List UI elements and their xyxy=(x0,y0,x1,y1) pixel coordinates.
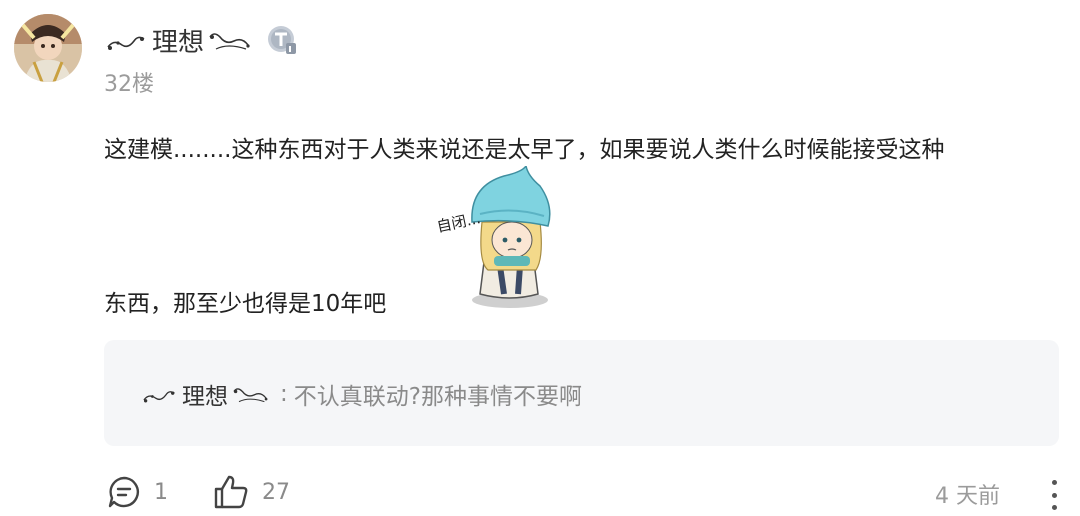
sticker-image: 自闭... xyxy=(430,164,554,312)
comment-count: 1 xyxy=(154,479,168,505)
like-button[interactable]: 27 xyxy=(212,472,290,512)
comment-text-line-1: 这建模........这种东西对于人类来说还是太早了，如果要说人类什么时候能接受… xyxy=(104,137,945,163)
username[interactable]: 理想 xyxy=(152,22,204,59)
decoration-swirl-left-icon xyxy=(143,391,175,403)
thumbs-up-icon xyxy=(214,475,248,509)
user-name-row: 理想 xyxy=(104,20,298,60)
avatar[interactable] xyxy=(14,14,82,82)
sticker-caption: 自闭... xyxy=(435,209,482,236)
reply-username[interactable]: 理想 xyxy=(182,377,228,411)
floor-number: 32楼 xyxy=(104,72,154,97)
decoration-swirl-left-icon xyxy=(107,36,145,50)
more-options-icon[interactable] xyxy=(1046,480,1062,510)
reply-text: 不认真联动?那种事情不要啊 xyxy=(293,384,582,410)
comment-bubble-icon xyxy=(108,476,139,508)
level-badge-icon xyxy=(268,26,297,54)
like-count: 27 xyxy=(262,479,290,505)
decoration-swirl-right-icon xyxy=(209,33,250,50)
post-time: 4 天前 xyxy=(935,484,1000,509)
reply-separator: : xyxy=(280,381,288,407)
comment-button[interactable]: 1 xyxy=(106,472,168,512)
reply-preview[interactable]: 理想 : 不认真联动?那种事情不要啊 xyxy=(104,340,1059,446)
comment-text-line-2: 东西，那至少也得是10年吧 xyxy=(104,291,387,317)
decoration-swirl-right-icon xyxy=(233,388,268,403)
